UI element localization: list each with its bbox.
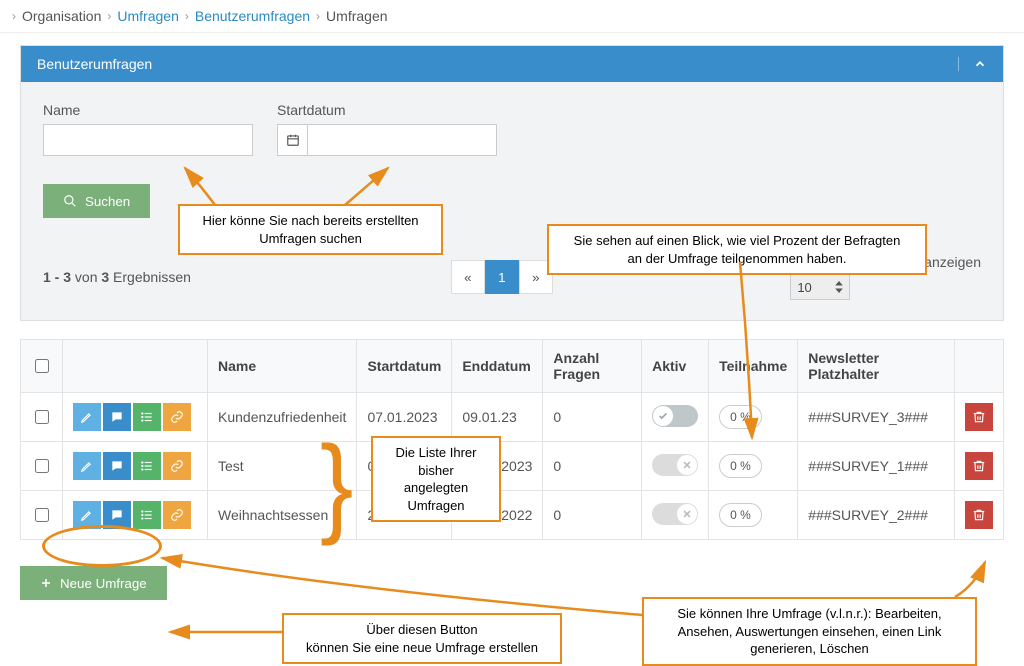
- cell-active: [642, 393, 709, 442]
- chevron-right-icon: ›: [12, 9, 16, 23]
- name-filter-field: Name: [43, 102, 253, 156]
- chevron-right-icon: ›: [107, 9, 111, 23]
- name-filter-label: Name: [43, 102, 253, 118]
- panel-header: Benutzerumfragen: [21, 46, 1003, 82]
- delete-button[interactable]: [965, 403, 993, 431]
- startdate-filter-field: Startdatum: [277, 102, 497, 156]
- report-button[interactable]: [133, 501, 161, 529]
- startdate-input[interactable]: [307, 124, 497, 156]
- annotation-list: Die Liste Ihrer bisher angelegten Umfrag…: [371, 436, 501, 522]
- report-button[interactable]: [133, 403, 161, 431]
- page-1[interactable]: 1: [485, 260, 519, 294]
- active-toggle[interactable]: [652, 405, 698, 427]
- link-button[interactable]: [163, 501, 191, 529]
- search-button-label: Suchen: [85, 194, 130, 209]
- calendar-icon[interactable]: [277, 124, 307, 156]
- page-size-select[interactable]: 10: [790, 274, 850, 300]
- cell-placeholder: ###SURVEY_2###: [798, 491, 955, 540]
- chevron-right-icon: ›: [185, 9, 189, 23]
- participation-pill: 0 %: [719, 454, 762, 478]
- cell-placeholder: ###SURVEY_3###: [798, 393, 955, 442]
- new-survey-label: Neue Umfrage: [60, 576, 147, 591]
- cell-active: [642, 491, 709, 540]
- breadcrumb-root: Organisation: [22, 8, 101, 24]
- brace-icon: }: [320, 430, 353, 540]
- participation-pill: 0 %: [719, 503, 762, 527]
- search-button[interactable]: Suchen: [43, 184, 150, 218]
- annotation-new: Über diesen Button können Sie eine neue …: [282, 613, 562, 664]
- cell-participation: 0 %: [709, 491, 798, 540]
- edit-button[interactable]: [73, 403, 101, 431]
- cell-active: [642, 442, 709, 491]
- panel-title: Benutzerumfragen: [37, 56, 152, 72]
- col-name: Name: [208, 340, 357, 393]
- delete-button[interactable]: [965, 501, 993, 529]
- row-checkbox[interactable]: [35, 410, 49, 424]
- breadcrumb-umfragen[interactable]: Umfragen: [117, 8, 178, 24]
- table-row: Weihnachtsessen 20.12.2022 23.12.2022 0 …: [21, 491, 1004, 540]
- cell-count: 0: [543, 393, 642, 442]
- row-checkbox[interactable]: [35, 508, 49, 522]
- annotation-rowactions: Sie können Ihre Umfrage (v.l.n.r.): Bear…: [642, 597, 977, 666]
- table-row: Kundenzufriedenheit 07.01.2023 09.01.23 …: [21, 393, 1004, 442]
- cell-start: 07.01.2023: [357, 393, 452, 442]
- chevron-right-icon: ›: [316, 9, 320, 23]
- filter-panel: Benutzerumfragen Name Startdatum: [20, 45, 1004, 321]
- link-button[interactable]: [163, 403, 191, 431]
- table-row: Test 01.01.2023 05.01.2023 0 0 % ###SURV…: [21, 442, 1004, 491]
- chevron-up-icon: [973, 57, 987, 71]
- view-button[interactable]: [103, 403, 131, 431]
- link-button[interactable]: [163, 452, 191, 480]
- col-start: Startdatum: [357, 340, 452, 393]
- active-toggle[interactable]: [652, 454, 698, 476]
- view-button[interactable]: [103, 452, 131, 480]
- pagination: « 1 »: [451, 260, 553, 294]
- results-count: 1 - 3 von 3 Ergebnissen: [43, 269, 191, 285]
- page-prev[interactable]: «: [451, 260, 485, 294]
- participation-pill: 0 %: [719, 405, 762, 429]
- delete-button[interactable]: [965, 452, 993, 480]
- cell-participation: 0 %: [709, 393, 798, 442]
- row-checkbox[interactable]: [35, 459, 49, 473]
- surveys-table: Name Startdatum Enddatum Anzahl Fragen A…: [20, 339, 1004, 540]
- cell-placeholder: ###SURVEY_1###: [798, 442, 955, 491]
- col-active: Aktiv: [642, 340, 709, 393]
- cell-end: 09.01.23: [452, 393, 543, 442]
- col-count: Anzahl Fragen: [543, 340, 642, 393]
- active-toggle[interactable]: [652, 503, 698, 525]
- new-survey-button[interactable]: Neue Umfrage: [20, 566, 167, 600]
- report-button[interactable]: [133, 452, 161, 480]
- col-placeholder: Newsletter Platzhalter: [798, 340, 955, 393]
- select-all-checkbox[interactable]: [35, 359, 49, 373]
- startdate-filter-label: Startdatum: [277, 102, 497, 118]
- name-input[interactable]: [43, 124, 253, 156]
- cell-count: 0: [543, 442, 642, 491]
- collapse-button[interactable]: [958, 57, 987, 71]
- col-participation: Teilnahme: [709, 340, 798, 393]
- cell-participation: 0 %: [709, 442, 798, 491]
- breadcrumb-leaf: Umfragen: [326, 8, 387, 24]
- plus-icon: [40, 577, 52, 589]
- col-end: Enddatum: [452, 340, 543, 393]
- annotation-search: Hier könne Sie nach bereits erstellten U…: [178, 204, 443, 255]
- edit-button[interactable]: [73, 452, 101, 480]
- ellipse-annotation: [42, 525, 162, 567]
- stepper-icon: [835, 281, 843, 293]
- search-icon: [63, 194, 77, 208]
- breadcrumb: › Organisation › Umfragen › Benutzerumfr…: [0, 0, 1024, 33]
- breadcrumb-benutzerumfragen[interactable]: Benutzerumfragen: [195, 8, 310, 24]
- cell-count: 0: [543, 491, 642, 540]
- annotation-percent: Sie sehen auf einen Blick, wie viel Proz…: [547, 224, 927, 275]
